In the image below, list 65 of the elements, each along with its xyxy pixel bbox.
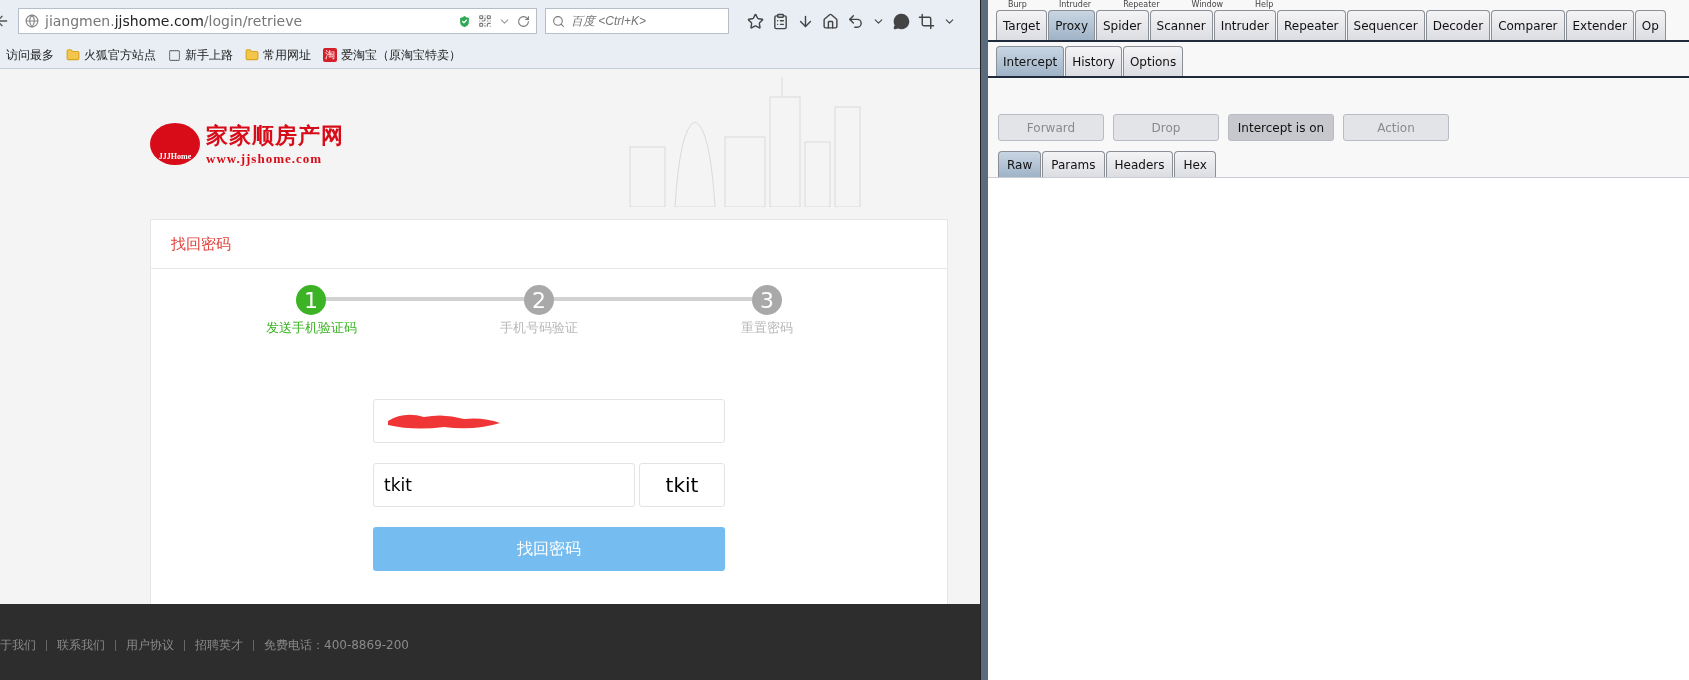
page-icon (168, 48, 181, 62)
home-icon[interactable] (822, 12, 839, 30)
qr-code-icon[interactable] (478, 14, 492, 28)
captcha-image[interactable]: tkit (639, 463, 725, 507)
crop-icon[interactable] (918, 12, 935, 30)
step-label: 重置密码 (741, 319, 793, 337)
intercept-tab[interactable]: History (1065, 46, 1122, 76)
star-icon[interactable] (747, 12, 764, 30)
tool-tab[interactable]: Scanner (1149, 10, 1213, 40)
footer-link[interactable]: 免费电话：400-8869-200 (264, 636, 409, 654)
footer-link[interactable]: 于我们 (0, 636, 36, 654)
tool-tab[interactable]: Extender (1565, 10, 1634, 40)
tool-tab[interactable]: Spider (1096, 10, 1149, 40)
intercept-action-button[interactable]: Intercept is on (1228, 114, 1334, 141)
menu-item[interactable]: Window (1191, 0, 1224, 10)
undo-icon[interactable] (847, 12, 864, 30)
footer-link[interactable]: 用户协议 (126, 636, 174, 654)
footer-link[interactable]: 联系我们 (57, 636, 105, 654)
message-tab[interactable]: Headers (1105, 151, 1174, 177)
step-number: 2 (524, 285, 554, 315)
tool-tab[interactable]: Repeater (1276, 10, 1346, 40)
folder-icon (245, 48, 259, 62)
bookmark-link[interactable]: 常用网址 (263, 46, 311, 64)
footer-link[interactable]: 招聘英才 (195, 636, 243, 654)
globe-icon (25, 14, 39, 28)
bookmark-link[interactable]: 火狐官方站点 (84, 46, 156, 64)
folder-icon (66, 48, 80, 62)
tool-tab[interactable]: Intruder (1213, 10, 1276, 40)
tool-tab[interactable]: Sequencer (1346, 10, 1425, 40)
tool-tab[interactable]: Op (1634, 10, 1666, 40)
url-text: jiangmen.jjshome.com/login/retrieve (45, 13, 304, 29)
step-number: 1 (296, 285, 326, 315)
logo-badge: JJJHome (150, 123, 200, 165)
clipboard-icon[interactable] (772, 12, 789, 30)
bookmark-link[interactable]: 访问最多 (6, 46, 54, 64)
logo-url: www.jjshome.com (206, 151, 324, 167)
tool-tab[interactable]: Decoder (1425, 10, 1491, 40)
card-title: 找回密码 (171, 234, 231, 254)
shield-icon[interactable] (457, 13, 472, 29)
address-bar[interactable]: jiangmen.jjshome.com/login/retrieve (18, 8, 537, 34)
search-field[interactable]: 百度 <Ctrl+K> (571, 14, 711, 28)
intercept-tab[interactable]: Intercept (996, 46, 1065, 76)
logo-name: 家家顺房产网 (206, 122, 344, 150)
message-tab[interactable]: Raw (998, 151, 1042, 177)
chat-icon[interactable] (893, 12, 910, 30)
intercept-tab[interactable]: Options (1122, 46, 1184, 76)
menu-item[interactable]: Repeater (1123, 0, 1160, 10)
tool-tab[interactable]: Target (996, 10, 1048, 40)
search-box[interactable]: 百度 <Ctrl+K> (545, 8, 729, 34)
captcha-field[interactable]: tkit (373, 463, 635, 507)
tool-tab[interactable]: Proxy (1048, 10, 1095, 40)
message-tab[interactable]: Hex (1174, 151, 1216, 177)
shop-icon: 淘 (323, 48, 337, 62)
tool-tab[interactable]: Comparer (1491, 10, 1565, 40)
step-label: 发送手机验证码 (265, 319, 357, 337)
menu-item[interactable]: Burp (1008, 0, 1027, 10)
step-number: 3 (752, 285, 782, 315)
bookmark-link[interactable]: 新手上路 (185, 46, 233, 64)
search-icon (552, 14, 565, 28)
step-label: 手机号码验证 (500, 319, 578, 337)
bookmark-link[interactable]: 爱淘宝（原淘宝特卖） (341, 46, 461, 64)
reload-icon[interactable] (517, 14, 530, 28)
menu-item[interactable]: Help (1255, 0, 1274, 10)
menu-item[interactable]: Intruder (1058, 0, 1092, 10)
message-tab[interactable]: Params (1042, 151, 1105, 177)
